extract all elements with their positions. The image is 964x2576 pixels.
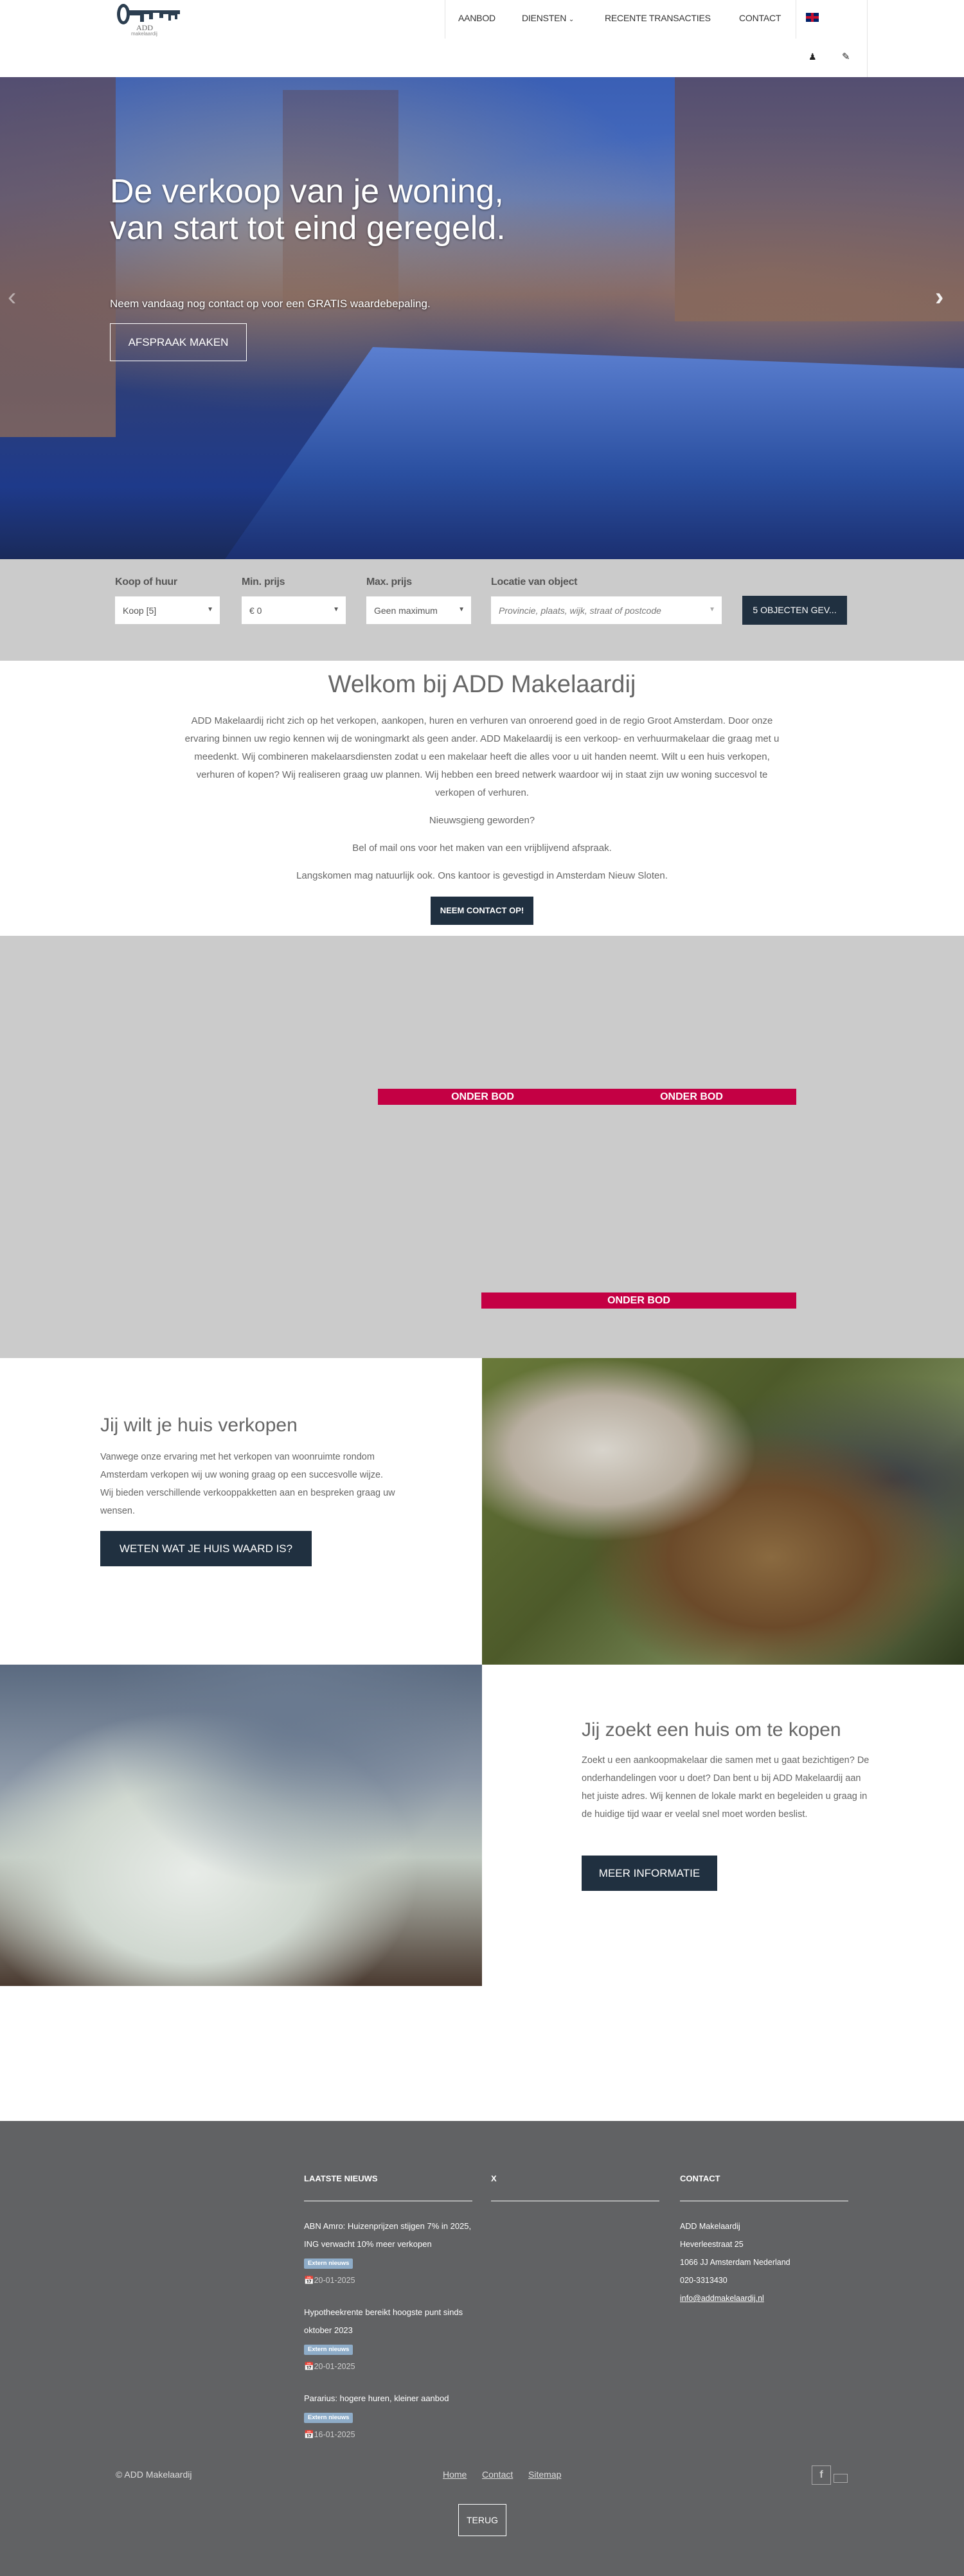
min-prijs-label: Min. prijs [242, 577, 285, 587]
search-submit-button[interactable]: 5 OBJECTEN GEV... [742, 596, 847, 625]
news-tag: Extern nieuws [304, 2413, 353, 2423]
contact-name: ADD Makelaardij [680, 2222, 740, 2231]
welcome-paragraph: Nieuwsgieng geworden? [429, 815, 535, 826]
footer-link-contact[interactable]: Contact [482, 2469, 513, 2480]
caret-down-icon: ▼ [709, 606, 715, 613]
news-heading: LAATSTE NIEUWS [304, 2174, 378, 2183]
hero-image [675, 77, 964, 321]
chevron-left-icon[interactable]: ‹ [8, 283, 16, 312]
divider [867, 0, 868, 77]
calendar-icon: 📅 [304, 2430, 314, 2439]
nav-diensten[interactable]: DIENSTEN ⌄ [522, 13, 574, 23]
buy-text: Zoekt u een aankoopmakelaar die samen me… [582, 1755, 870, 1820]
contact-heading: CONTACT [680, 2174, 720, 2183]
contact-email-link[interactable]: info@addmakelaardij.nl [680, 2294, 764, 2303]
sell-text: Vanwege onze ervaring met het verkopen v… [100, 1452, 395, 1516]
locatie-label: Locatie van object [491, 577, 578, 587]
footer-link-home[interactable]: Home [443, 2469, 467, 2480]
welcome-text: ADD Makelaardij richt zich op het verkop… [177, 712, 787, 895]
contact-city: 1066 JJ Amsterdam Nederland [680, 2258, 790, 2267]
news-item: ABN Amro: Huizenprijzen stijgen 7% in 20… [304, 2217, 478, 2289]
onder-bod-badge[interactable]: ONDER BOD [378, 1089, 587, 1105]
neem-contact-op-button[interactable]: NEEM CONTACT OP! [431, 897, 533, 925]
signing-photo [0, 1665, 482, 1986]
listings-section: ONDER BOD ONDER BOD ONDER BOD [0, 936, 964, 1358]
sell-title: Jij wilt je huis verkopen [100, 1415, 298, 1436]
logo[interactable]: ADD makelaardij [116, 3, 186, 37]
calendar-icon: 📅 [304, 2362, 314, 2371]
nav-diensten-label: DIENSTEN [522, 13, 567, 23]
caret-down-icon: ▼ [333, 606, 339, 613]
chevron-right-icon[interactable]: › [935, 283, 943, 312]
buy-section: Jij zoekt een huis om te kopen Zoekt u e… [0, 1665, 964, 1986]
news-date: 16-01-2025 [314, 2430, 355, 2439]
footer-link-sitemap[interactable]: Sitemap [528, 2469, 561, 2480]
waarde-button[interactable]: WETEN WAT JE HUIS WAARD IS? [100, 1531, 312, 1566]
hero-title: De verkoop van je woning, van start tot … [110, 173, 506, 247]
site-header: ADD makelaardij AANBOD DIENSTEN ⌄ RECENT… [0, 0, 964, 77]
news-date: 20-01-2025 [314, 2276, 355, 2285]
min-prijs-select[interactable]: € 0 ▼ [242, 596, 346, 624]
welcome-section: Welkom bij ADD Makelaardij ADD Makelaard… [0, 661, 964, 936]
hero-carousel: De verkoop van je woning, van start tot … [0, 77, 964, 559]
nav-contact[interactable]: CONTACT [739, 13, 781, 23]
news-date: 20-01-2025 [314, 2362, 355, 2371]
onder-bod-badge[interactable]: ONDER BOD [481, 1292, 796, 1309]
max-prijs-value: Geen maximum [374, 605, 438, 616]
chevron-down-icon: ⌄ [568, 16, 575, 23]
news-tag: Extern nieuws [304, 2345, 353, 2355]
x-heading: X [491, 2174, 497, 2183]
copyright: © ADD Makelaardij [116, 2469, 192, 2480]
nav-aanbod[interactable]: AANBOD [458, 13, 495, 23]
welcome-title: Welkom bij ADD Makelaardij [328, 671, 636, 698]
facebook-icon[interactable]: f [812, 2465, 831, 2485]
key-logo-icon [117, 4, 180, 24]
news-title-link[interactable]: Hypotheekrente bereikt hoogste punt sind… [304, 2307, 463, 2335]
onder-bod-badge[interactable]: ONDER BOD [587, 1089, 796, 1105]
logo-subtext: makelaardij [131, 31, 157, 37]
buy-title: Jij zoekt een huis om te kopen [582, 1719, 841, 1740]
news-list: ABN Amro: Huizenprijzen stijgen 7% in 20… [304, 2217, 478, 2444]
locatie-input[interactable]: Provincie, plaats, wijk, straat of postc… [491, 596, 722, 624]
contact-phone: 020-3313430 [680, 2276, 727, 2285]
koop-huur-value: Koop [5] [123, 605, 157, 616]
contact-block: ADD Makelaardij Heverleestraat 25 1066 J… [680, 2217, 790, 2307]
nav-recente-transacties[interactable]: RECENTE TRANSACTIES [605, 13, 711, 23]
news-item: Pararius: hogere huren, kleiner aanbod E… [304, 2390, 478, 2444]
terug-button[interactable]: TERUG [458, 2504, 506, 2536]
welcome-paragraph: Bel of mail ons voor het maken van een v… [352, 843, 612, 854]
news-tag: Extern nieuws [304, 2258, 353, 2269]
min-prijs-value: € 0 [249, 605, 262, 616]
hero-subtitle: Neem vandaag nog contact op voor een GRA… [110, 298, 431, 310]
welcome-paragraph: ADD Makelaardij richt zich op het verkop… [184, 715, 780, 798]
meeting-photo [482, 1358, 964, 1665]
caret-down-icon: ▼ [458, 606, 465, 613]
koop-huur-label: Koop of huur [115, 577, 177, 587]
search-bar: Koop of huur Koop [5] ▼ Min. prijs € 0 ▼ M… [0, 559, 964, 661]
max-prijs-label: Max. prijs [366, 577, 412, 587]
news-title-link[interactable]: ABN Amro: Huizenprijzen stijgen 7% in 20… [304, 2221, 471, 2249]
news-item: Hypotheekrente bereikt hoogste punt sind… [304, 2303, 478, 2375]
user-icon[interactable]: ♟ [808, 51, 817, 62]
meer-informatie-button[interactable]: MEER INFORMATIE [582, 1856, 717, 1891]
social-icon[interactable] [834, 2474, 848, 2483]
hero-image [225, 347, 964, 559]
contact-street: Heverleestraat 25 [680, 2240, 744, 2249]
locatie-placeholder: Provincie, plaats, wijk, straat of postc… [499, 605, 661, 616]
sell-section: Jij wilt je huis verkopen Vanwege onze e… [0, 1358, 964, 1665]
hero-image [0, 77, 116, 437]
pencil-icon[interactable]: ✎ [842, 51, 850, 62]
uk-flag-icon[interactable] [806, 13, 819, 22]
welcome-paragraph: Langskomen mag natuurlijk ook. Ons kanto… [296, 870, 668, 881]
koop-huur-select[interactable]: Koop [5] ▼ [115, 596, 220, 624]
caret-down-icon: ▼ [207, 606, 213, 613]
calendar-icon: 📅 [304, 2276, 314, 2285]
max-prijs-select[interactable]: Geen maximum ▼ [366, 596, 471, 624]
news-title-link[interactable]: Pararius: hogere huren, kleiner aanbod [304, 2393, 449, 2403]
afspraak-maken-button[interactable]: AFSPRAAK MAKEN [110, 323, 247, 361]
